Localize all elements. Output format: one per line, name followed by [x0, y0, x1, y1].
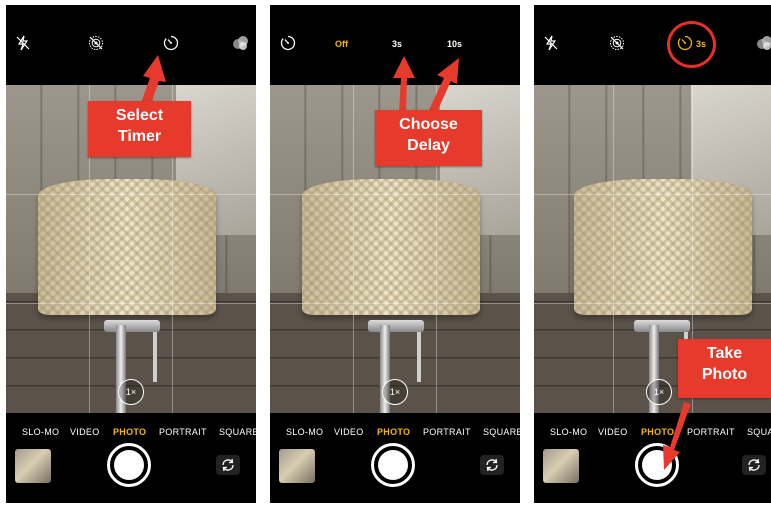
grid-line [534, 194, 771, 195]
callout-line: Select [115, 107, 164, 124]
mode-photo[interactable]: PHOTO [641, 427, 674, 437]
shutter-button-inner [114, 450, 144, 480]
grid-line [270, 194, 520, 195]
flash-off-icon[interactable] [16, 35, 30, 51]
flip-camera-button[interactable] [742, 455, 766, 475]
callout-line: Choose [399, 116, 458, 133]
shutter-button-inner [378, 450, 408, 480]
last-photo-thumbnail[interactable] [543, 449, 579, 483]
grid-line [613, 85, 614, 413]
lamp-chain [417, 332, 421, 382]
flip-camera-icon [222, 458, 234, 472]
shutter-button[interactable] [371, 443, 415, 487]
timer-highlight-circle [667, 21, 716, 68]
timer-option-10s[interactable]: 10s [447, 39, 462, 49]
lamp-arm [368, 320, 424, 332]
phone-panel-select-timer: 1× SLO-MO VIDEO PHOTO PORTRAIT SQUARE [6, 5, 256, 503]
grid-line [6, 303, 256, 304]
filters-icon[interactable] [756, 35, 771, 51]
mode-square[interactable]: SQUARE [747, 427, 771, 437]
lamp-arm [634, 320, 690, 332]
timer-icon[interactable] [280, 35, 296, 51]
lamp-chain [153, 332, 157, 382]
last-photo-thumbnail[interactable] [15, 449, 51, 483]
lamp-shade [38, 179, 216, 315]
flip-camera-button[interactable] [480, 455, 504, 475]
grid-line [270, 303, 520, 304]
phone-panel-take-photo: 3s 1× SLO-MO VIDEO PHOTO PORTRAIT SQUARE [534, 5, 771, 503]
mode-portrait[interactable]: PORTRAIT [687, 427, 735, 437]
filters-icon[interactable] [232, 35, 250, 51]
lamp-arm [104, 320, 160, 332]
mode-square[interactable]: SQUARE [483, 427, 520, 437]
mode-video[interactable]: VIDEO [598, 427, 628, 437]
callout-line: Delay [407, 137, 450, 154]
camera-top-bar: Off 3s 10s [270, 5, 520, 85]
callout-select-timer: Select Timer [88, 101, 191, 157]
grid-line [353, 85, 354, 413]
live-photo-off-icon[interactable] [609, 35, 625, 51]
mode-portrait[interactable]: PORTRAIT [423, 427, 471, 437]
callout-line: Photo [701, 366, 748, 383]
callout-choose-delay: Choose Delay [375, 110, 482, 166]
callout-line: Take [706, 345, 743, 362]
grid-line [534, 303, 771, 304]
phone-panel-choose-delay: Off 3s 10s 1× SLO-MO VIDEO PHOTO PORTRAI… [270, 5, 520, 503]
mode-photo[interactable]: PHOTO [377, 427, 410, 437]
mode-slo-mo[interactable]: SLO-MO [22, 427, 59, 437]
mode-video[interactable]: VIDEO [334, 427, 364, 437]
camera-bottom-bar [534, 443, 771, 503]
zoom-button[interactable]: 1× [118, 379, 144, 405]
timer-icon[interactable] [163, 35, 179, 51]
camera-top-bar: 3s [534, 5, 771, 85]
flip-camera-button[interactable] [216, 455, 240, 475]
mode-square[interactable]: SQUARE [219, 427, 256, 437]
grid-line [6, 194, 256, 195]
camera-bottom-bar [270, 443, 520, 503]
camera-bottom-bar [6, 443, 256, 503]
lamp-shade [574, 179, 752, 315]
timer-option-3s[interactable]: 3s [392, 39, 402, 49]
mode-video[interactable]: VIDEO [70, 427, 100, 437]
zoom-button[interactable]: 1× [382, 379, 408, 405]
mode-slo-mo[interactable]: SLO-MO [550, 427, 587, 437]
callout-line: Timer [117, 128, 162, 145]
mode-portrait[interactable]: PORTRAIT [159, 427, 207, 437]
mode-photo[interactable]: PHOTO [113, 427, 146, 437]
lamp-shade [302, 179, 480, 315]
callout-take-photo: Take Photo [678, 339, 771, 398]
camera-top-bar [6, 5, 256, 85]
shutter-button[interactable] [107, 443, 151, 487]
shutter-button-inner [642, 450, 672, 480]
flip-camera-icon [748, 458, 760, 472]
last-photo-thumbnail[interactable] [279, 449, 315, 483]
live-photo-off-icon[interactable] [88, 35, 104, 51]
mode-slo-mo[interactable]: SLO-MO [286, 427, 323, 437]
flip-camera-icon [486, 458, 498, 472]
zoom-button[interactable]: 1× [646, 379, 672, 405]
shutter-button[interactable] [635, 443, 679, 487]
flash-off-icon[interactable] [544, 35, 558, 51]
timer-option-off[interactable]: Off [335, 39, 348, 49]
